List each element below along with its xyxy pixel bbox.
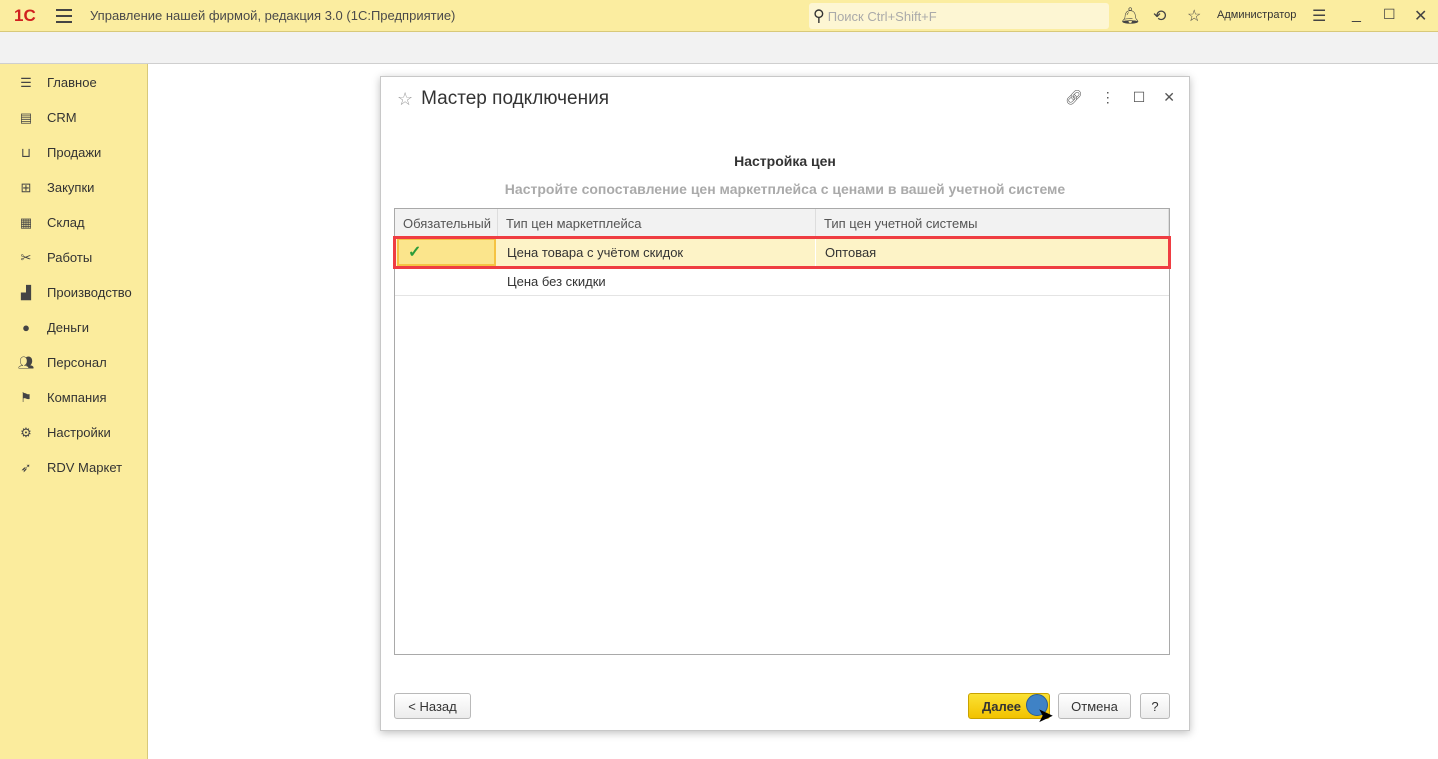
help-button[interactable]: ? [1140,693,1170,719]
title-bar: 1С Управление нашей фирмой, редакция 3.0… [0,0,1438,32]
1c-logo: 1С [14,5,36,25]
main-menu-icon[interactable] [56,8,72,23]
sidebar: ☰ Главное ▤ CRM ⊔ Продажи ⊞ Закупки ▦ Склад ✂… [0,64,148,759]
sidebar-item-production[interactable]: ▟ Производство [0,275,147,310]
factory-icon: ▟ [21,284,31,300]
star-icon[interactable]: ☆ [1187,6,1201,26]
checkmark-icon[interactable]: ✓ [408,242,421,262]
maximize-icon[interactable]: ☐ [1133,89,1146,106]
connection-wizard-dialog: ☆ Мастер подключения 🔗︎ ⋮ ☐ ✕ Настройка … [380,76,1190,731]
flag-icon: ⚑ [20,389,32,405]
sidebar-item-label: Склад [47,215,85,230]
system-price-cell[interactable] [816,267,1169,295]
mouse-cursor-icon: ➤ [1037,705,1054,727]
sidebar-item-settings[interactable]: ⚙ Настройки [0,415,147,450]
sidebar-item-label: Производство [47,285,132,300]
grid-icon: ▦ [19,214,33,230]
gear-icon: ⚙ [20,424,32,440]
contact-card-icon: ▤ [19,109,33,125]
close-icon[interactable]: ✕ [1163,89,1175,106]
sidebar-item-label: Настройки [47,425,111,440]
sidebar-item-label: Компания [47,390,107,405]
column-header-required[interactable]: Обязательный [395,209,498,237]
back-button[interactable]: < Назад [394,693,471,719]
sidebar-item-warehouse[interactable]: ▦ Склад [0,205,147,240]
sidebar-item-label: Закупки [47,180,95,195]
section-subheading: Настройте сопоставление цен маркетплейса… [504,181,1066,197]
sidebar-item-purchases[interactable]: ⊞ Закупки [0,170,147,205]
sidebar-item-label: RDV Маркет [47,460,123,475]
history-icon[interactable]: ⟲ [1153,6,1166,26]
sidebar-item-label: Деньги [47,320,89,335]
tools-icon: ✂ [20,249,32,265]
favorite-star-icon[interactable]: ☆ [397,89,413,110]
sidebar-item-label: Главное [47,75,97,90]
search-input[interactable]: ⚲ Поиск Ctrl+Shift+F [809,3,1109,29]
close-icon[interactable]: ✕ [1414,6,1427,26]
table-row[interactable]: Цена без скидки [395,267,1169,296]
required-cell[interactable] [395,267,498,295]
link-icon[interactable]: 🔗︎ [1065,89,1083,106]
minimize-icon[interactable]: _ [1352,6,1361,24]
sidebar-item-label: CRM [47,110,77,125]
column-header-system-price[interactable]: Тип цен учетной системы [816,209,1169,237]
sidebar-item-rdv-market[interactable]: ➶ RDV Маркет [0,450,147,485]
toolbar [0,32,1438,64]
market-price-cell[interactable]: Цена товара с учётом скидок [498,238,816,266]
dialog-title: Мастер подключения [421,88,609,109]
cancel-button[interactable]: Отмена [1058,693,1131,719]
user-name[interactable]: Администратор [1217,9,1296,21]
system-price-cell[interactable]: Оптовая [816,238,1169,266]
sidebar-item-label: Продажи [47,145,102,160]
ruble-icon: ● [22,320,30,335]
sidebar-item-label: Работы [47,250,93,265]
app-title: Управление нашей фирмой, редакция 3.0 (1… [90,8,456,23]
menu-lines-icon: ☰ [20,74,32,90]
rocket-icon: ➶ [20,459,32,475]
cart-icon: ⊞ [20,179,32,195]
maximize-icon[interactable]: ☐ [1383,6,1396,23]
basket-icon: ⊔ [20,144,32,160]
column-header-market-price[interactable]: Тип цен маркетплейса [498,209,816,237]
settings-menu-icon[interactable]: ☰ [1312,6,1326,26]
sidebar-item-staff[interactable]: 👥︎ Персонал [0,345,147,380]
market-price-cell[interactable]: Цена без скидки [498,267,816,295]
sidebar-item-label: Персонал [47,355,107,370]
price-mapping-table: Обязательный Тип цен маркетплейса Тип це… [393,208,1171,655]
sidebar-item-company[interactable]: ⚑ Компания [0,380,147,415]
sidebar-item-sales[interactable]: ⊔ Продажи [0,135,147,170]
bell-icon[interactable]: 🔔︎ [1120,6,1140,26]
more-icon[interactable]: ⋮ [1101,89,1115,106]
sidebar-item-crm[interactable]: ▤ CRM [0,100,147,135]
sidebar-item-money[interactable]: ● Деньги [0,310,147,345]
table-row[interactable]: ✓ Цена товара с учётом скидок Оптовая [393,236,1171,269]
section-heading: Настройка цен [734,153,836,169]
search-icon: ⚲ [813,8,825,25]
people-icon: 👥︎ [18,354,35,370]
search-placeholder: Поиск Ctrl+Shift+F [827,8,937,24]
sidebar-item-works[interactable]: ✂ Работы [0,240,147,275]
sidebar-item-main[interactable]: ☰ Главное [0,65,147,100]
